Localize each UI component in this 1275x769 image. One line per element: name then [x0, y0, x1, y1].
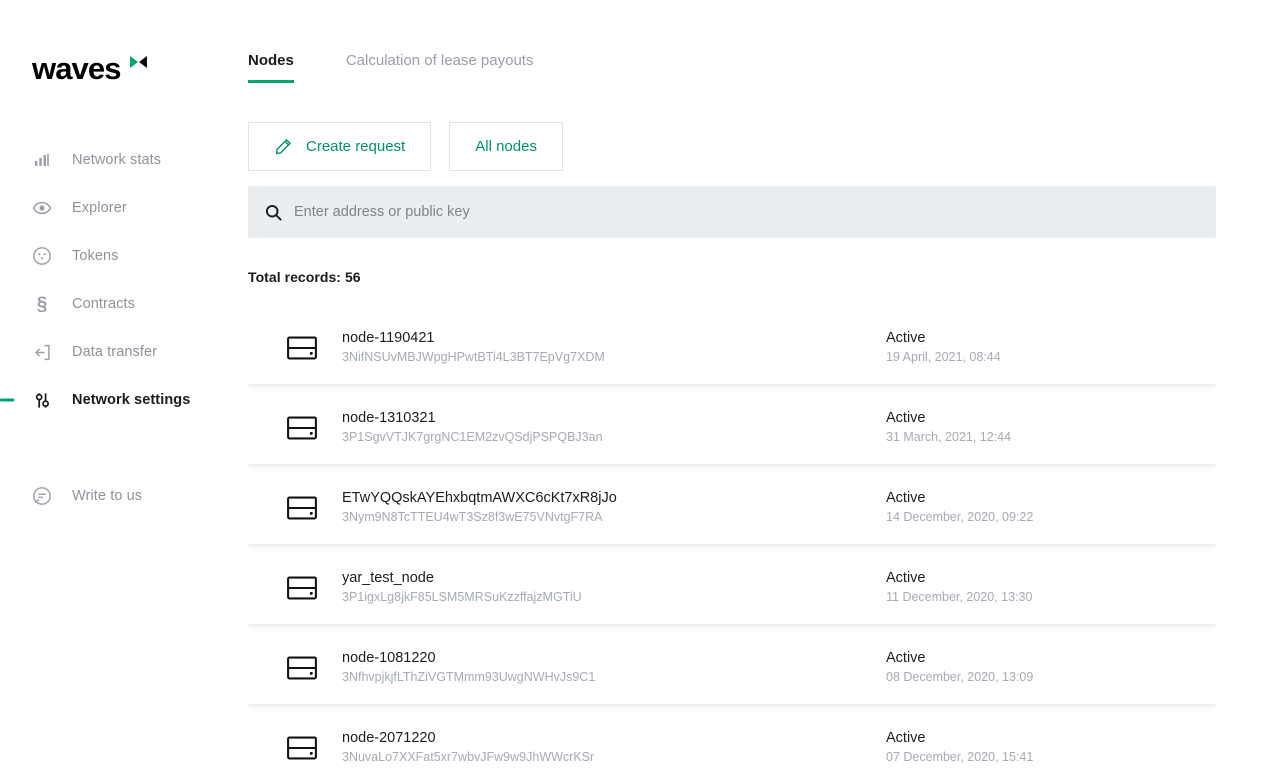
node-address: 3NfhvpjkjfLThZiVGTMmm93UwgNWHvJs9C1 — [342, 669, 886, 686]
node-server-icon — [286, 575, 318, 601]
search-bar[interactable] — [248, 186, 1216, 238]
sidebar: waves Network stats — [0, 0, 232, 769]
node-info: node-2071220 3NuvaLo7XXFat5xr7wbvJFw9w9J… — [342, 729, 886, 766]
node-name: node-2071220 — [342, 729, 886, 748]
node-address: 3NuvaLo7XXFat5xr7wbvJFw9w9JhWWcrKSr — [342, 749, 886, 766]
brand-logo[interactable]: waves — [32, 52, 147, 86]
status-date: 19 April, 2021, 08:44 — [886, 349, 1196, 366]
node-info: ETwYQQskAYEhxbqtmAWXC6cKt7xR8jJo 3Nym9N8… — [342, 489, 886, 526]
eye-icon — [32, 198, 52, 218]
sidebar-item-label: Network stats — [72, 152, 161, 168]
app-root: waves Network stats — [0, 0, 1275, 769]
search-input[interactable] — [294, 186, 1216, 238]
sidebar-item-label: Write to us — [72, 488, 142, 504]
status-badge: Active — [886, 409, 1196, 428]
sliders-icon — [32, 390, 52, 410]
sidebar-item-network-settings[interactable]: Network settings — [0, 376, 232, 424]
all-nodes-label: All nodes — [475, 138, 537, 155]
node-server-icon — [286, 655, 318, 681]
node-name: node-1190421 — [342, 329, 886, 348]
node-server-icon — [286, 415, 318, 441]
status-badge: Active — [886, 649, 1196, 668]
table-row[interactable]: node-1190421 3NifNSUvMBJWpgHPwtBTi4L3BT7… — [248, 311, 1216, 384]
node-server-icon — [286, 735, 318, 761]
node-status-cell: Active 31 March, 2021, 12:44 — [886, 409, 1216, 446]
pencil-icon — [274, 138, 292, 156]
all-nodes-button[interactable]: All nodes — [449, 122, 563, 171]
node-server-icon — [286, 335, 318, 361]
sidebar-item-tokens[interactable]: Tokens — [0, 232, 232, 280]
sidebar-item-contracts[interactable]: § Contracts — [0, 280, 232, 328]
node-list: node-1190421 3NifNSUvMBJWpgHPwtBTi4L3BT7… — [248, 311, 1216, 769]
token-circle-icon — [32, 246, 52, 266]
tab-bar: Nodes Calculation of lease payouts — [248, 52, 585, 83]
tab-calculation-of-lease-payouts[interactable]: Calculation of lease payouts — [346, 52, 534, 83]
node-info: yar_test_node 3P1igxLg8jkF85LSM5MRSuKzzf… — [342, 569, 886, 606]
sidebar-item-label: Tokens — [72, 248, 119, 264]
node-name: yar_test_node — [342, 569, 886, 588]
search-icon — [264, 203, 282, 221]
status-badge: Active — [886, 729, 1196, 748]
node-name: node-1081220 — [342, 649, 886, 668]
bar-chart-icon — [32, 150, 52, 170]
node-address: 3NifNSUvMBJWpgHPwtBTi4L3BT7EpVg7XDM — [342, 349, 886, 366]
status-date: 11 December, 2020, 13:30 — [886, 589, 1196, 606]
waves-bowtie-icon — [130, 56, 147, 69]
section-sign-icon: § — [32, 294, 52, 314]
table-row[interactable]: yar_test_node 3P1igxLg8jkF85LSM5MRSuKzzf… — [248, 551, 1216, 624]
sidebar-item-write-to-us[interactable]: Write to us — [0, 472, 232, 520]
node-info: node-1081220 3NfhvpjkjfLThZiVGTMmm93UwgN… — [342, 649, 886, 686]
node-status-cell: Active 07 December, 2020, 15:41 — [886, 729, 1216, 766]
sidebar-item-label: Data transfer — [72, 344, 157, 360]
node-name: node-1310321 — [342, 409, 886, 428]
node-status-cell: Active 08 December, 2020, 13:09 — [886, 649, 1216, 686]
sidebar-item-network-stats[interactable]: Network stats — [0, 136, 232, 184]
action-toolbar: Create request All nodes — [248, 122, 563, 171]
node-info: node-1310321 3P1SgvVTJK7grgNC1EM2zvQSdjP… — [342, 409, 886, 446]
sidebar-item-explorer[interactable]: Explorer — [0, 184, 232, 232]
status-date: 07 December, 2020, 15:41 — [886, 749, 1196, 766]
sidebar-item-label: Explorer — [72, 200, 127, 216]
status-date: 08 December, 2020, 13:09 — [886, 669, 1196, 686]
table-row[interactable]: node-1081220 3NfhvpjkjfLThZiVGTMmm93UwgN… — [248, 631, 1216, 704]
node-server-icon — [286, 495, 318, 521]
sidebar-item-data-transfer[interactable]: Data transfer — [0, 328, 232, 376]
node-address: 3P1igxLg8jkF85LSM5MRSuKzzffajzMGTiU — [342, 589, 886, 606]
create-request-button[interactable]: Create request — [248, 122, 431, 171]
node-status-cell: Active 11 December, 2020, 13:30 — [886, 569, 1216, 606]
node-info: node-1190421 3NifNSUvMBJWpgHPwtBTi4L3BT7… — [342, 329, 886, 366]
sidebar-item-label: Network settings — [72, 392, 190, 408]
total-records-label: Total records: 56 — [248, 269, 361, 285]
create-request-label: Create request — [306, 138, 405, 155]
node-address: 3P1SgvVTJK7grgNC1EM2zvQSdjPSPQBJ3an — [342, 429, 886, 446]
sidebar-nav: Network stats Explorer — [0, 136, 232, 520]
chat-bubble-icon — [32, 486, 52, 506]
brand-logo-text: waves — [32, 52, 121, 86]
table-row[interactable]: ETwYQQskAYEhxbqtmAWXC6cKt7xR8jJo 3Nym9N8… — [248, 471, 1216, 544]
table-row[interactable]: node-2071220 3NuvaLo7XXFat5xr7wbvJFw9w9J… — [248, 711, 1216, 769]
status-date: 31 March, 2021, 12:44 — [886, 429, 1196, 446]
status-badge: Active — [886, 489, 1196, 508]
node-name: ETwYQQskAYEhxbqtmAWXC6cKt7xR8jJo — [342, 489, 886, 508]
node-address: 3Nym9N8TcTTEU4wT3Sz8f3wE75VNvtgF7RA — [342, 509, 886, 526]
status-badge: Active — [886, 329, 1196, 348]
data-transfer-icon — [32, 342, 52, 362]
sidebar-item-label: Contracts — [72, 296, 135, 312]
node-status-cell: Active 14 December, 2020, 09:22 — [886, 489, 1216, 526]
main-content: Nodes Calculation of lease payouts Creat… — [232, 0, 1275, 769]
node-status-cell: Active 19 April, 2021, 08:44 — [886, 329, 1216, 366]
status-badge: Active — [886, 569, 1196, 588]
status-date: 14 December, 2020, 09:22 — [886, 509, 1196, 526]
tab-nodes[interactable]: Nodes — [248, 52, 294, 83]
sidebar-spacer — [0, 424, 232, 472]
table-row[interactable]: node-1310321 3P1SgvVTJK7grgNC1EM2zvQSdjP… — [248, 391, 1216, 464]
